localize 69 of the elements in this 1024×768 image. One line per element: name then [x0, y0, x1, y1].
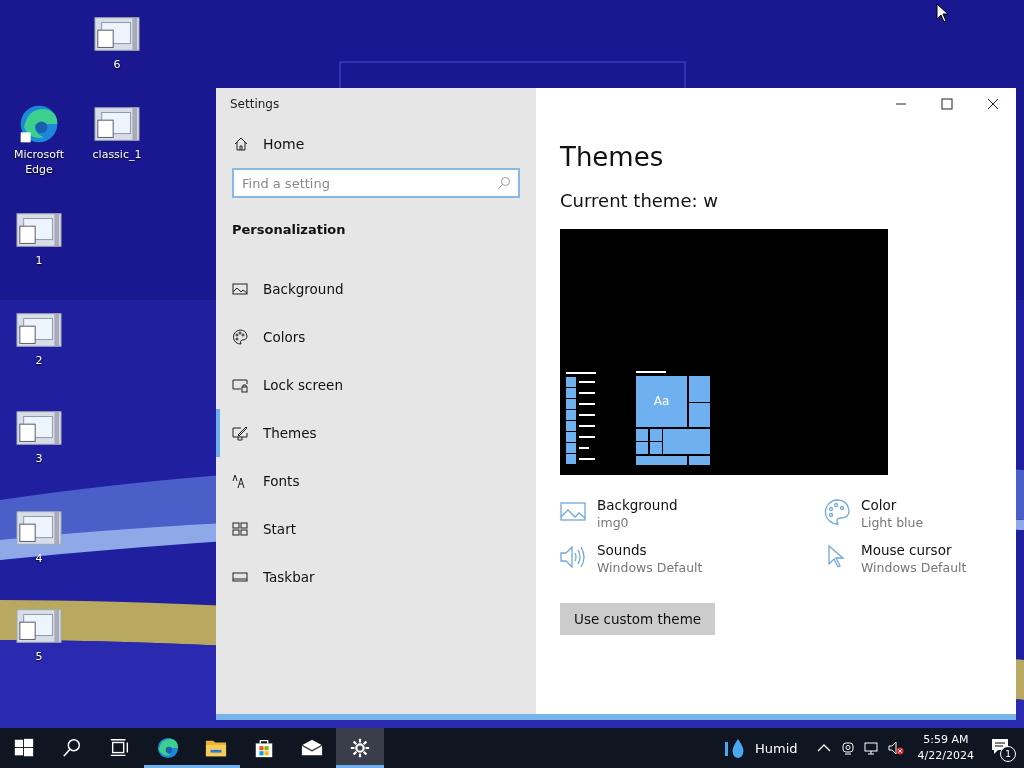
search-field[interactable]: Find a setting: [232, 168, 520, 198]
archive-file-icon[interactable]: [16, 606, 62, 646]
mouse-pointer-icon: [936, 3, 948, 23]
archive-file-icon[interactable]: [16, 210, 62, 250]
property-name: Sounds: [597, 542, 648, 558]
property-value: Light blue: [861, 515, 924, 530]
archive-file-icon[interactable]: [16, 408, 62, 448]
monitor-brush-icon: [232, 425, 248, 441]
weather-label[interactable]: Humid: [755, 740, 798, 756]
nav-item[interactable]: Colors: [216, 313, 536, 361]
muted-speaker-icon[interactable]: [887, 740, 904, 756]
taskbar-icon: [232, 569, 248, 585]
property-value: Windows Default: [597, 560, 703, 575]
archive-file-icon[interactable]: [94, 14, 140, 54]
picture-icon: [232, 281, 248, 297]
windows-logo-icon: [13, 737, 35, 759]
nav-item[interactable]: Fonts: [216, 457, 536, 505]
page-heading: Themes: [560, 142, 664, 172]
home-link[interactable]: Home: [233, 136, 333, 152]
desktop-icon-label[interactable]: 2: [4, 353, 74, 368]
palette-icon: [232, 329, 248, 345]
property-name: Mouse cursor: [861, 542, 953, 558]
window-title: Settings: [230, 97, 280, 111]
palette-icon: [824, 499, 850, 525]
theme-property-link[interactable]: Sounds Windows Default: [560, 542, 824, 575]
search-icon: [497, 176, 511, 190]
property-value: Windows Default: [861, 560, 967, 575]
home-icon: [233, 136, 249, 152]
network-icon[interactable]: [863, 740, 880, 756]
nav-item[interactable]: Taskbar: [216, 553, 536, 601]
property-name: Background: [597, 497, 678, 513]
property-name: Color: [861, 497, 898, 513]
nav-item[interactable]: Lock screen: [216, 361, 536, 409]
webcam-icon[interactable]: [839, 740, 856, 756]
settings-icon: [349, 737, 371, 759]
desktop-icon-label[interactable]: 5: [4, 649, 74, 664]
tiles-icon: [232, 521, 248, 537]
edge-icon: [157, 737, 179, 759]
desktop-icon-label[interactable]: 3: [4, 451, 74, 466]
desktop-icon-label[interactable]: Microsoft Edge: [4, 147, 74, 177]
desktop-icon-label[interactable]: classic_1: [82, 147, 152, 162]
menu-header-line: [636, 371, 666, 373]
section-heading: Personalization: [232, 222, 346, 237]
shopping-bag-icon: [253, 737, 275, 759]
clock-date[interactable]: 4/22/2024: [917, 748, 974, 764]
current-theme-label: Current theme: w: [560, 190, 718, 211]
archive-file-icon[interactable]: [16, 310, 62, 350]
speaker-icon: [560, 544, 586, 570]
start-tiles-drawing: Aa: [636, 376, 711, 464]
property-value: img0: [597, 515, 630, 530]
fonts-icon: [232, 473, 248, 489]
nav-item[interactable]: Themes: [216, 409, 536, 457]
desktop-icon-label[interactable]: 6: [82, 57, 152, 72]
taskbar-button[interactable]: [336, 728, 384, 768]
clock-time[interactable]: 5:59 AM: [923, 732, 969, 748]
theme-property-link[interactable]: Color Light blue: [824, 497, 1004, 530]
theme-property-link[interactable]: Background img0: [560, 497, 824, 530]
lock-screen-icon: [232, 377, 248, 393]
theme-property-link[interactable]: Mouse cursor Windows Default: [824, 542, 1004, 575]
desktop-icon-label[interactable]: 1: [4, 253, 74, 268]
use-custom-theme-button[interactable]: Use custom theme: [560, 603, 716, 635]
archive-file-icon[interactable]: [16, 508, 62, 548]
nav-item[interactable]: Background: [216, 265, 536, 313]
nav-item[interactable]: Start: [216, 505, 536, 553]
archive-file-icon[interactable]: [94, 104, 140, 144]
desktop-icon-label[interactable]: 4: [4, 551, 74, 566]
notification-count: 1: [1000, 746, 1016, 762]
task-view-icon: [109, 737, 131, 759]
search-icon: [61, 737, 83, 759]
